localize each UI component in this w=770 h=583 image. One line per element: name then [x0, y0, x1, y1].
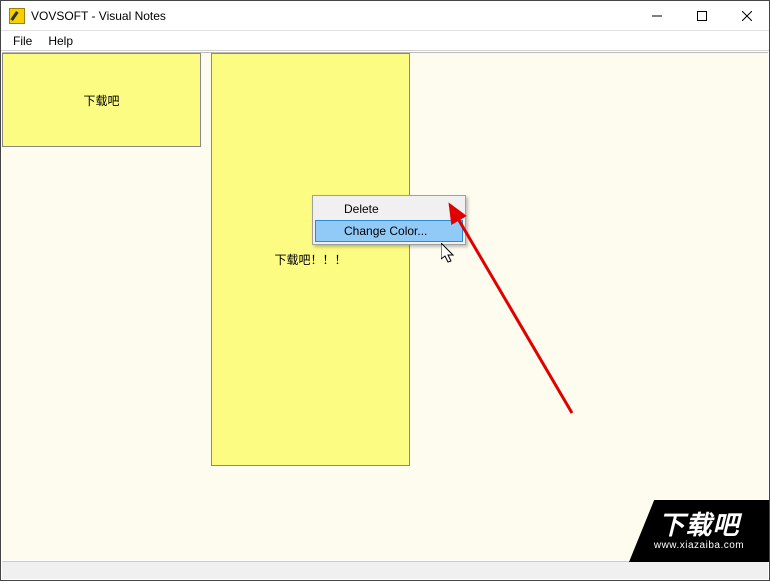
maximize-button[interactable] [679, 1, 724, 30]
note-text: 下载吧！！！ [274, 251, 346, 268]
maximize-icon [697, 11, 707, 21]
minimize-icon [652, 11, 662, 21]
menu-file[interactable]: File [5, 32, 40, 50]
sticky-note[interactable]: 下载吧！！！ [211, 53, 410, 466]
window-title: VOVSOFT - Visual Notes [31, 9, 166, 23]
titlebar: VOVSOFT - Visual Notes [1, 1, 769, 31]
menubar: File Help [1, 31, 769, 51]
menu-help[interactable]: Help [40, 32, 81, 50]
close-button[interactable] [724, 1, 769, 30]
context-menu: Delete Change Color... [312, 195, 466, 245]
notes-canvas[interactable]: 下载吧 下载吧！！！ Delete Change Color... [2, 52, 768, 560]
minimize-button[interactable] [634, 1, 679, 30]
window-controls [634, 1, 769, 30]
watermark-text: 下载吧 [658, 512, 739, 538]
cursor-icon [441, 243, 459, 265]
app-icon [9, 8, 25, 24]
context-menu-delete[interactable]: Delete [315, 198, 463, 220]
statusbar [2, 561, 768, 579]
context-menu-change-color[interactable]: Change Color... [315, 220, 463, 242]
watermark-url: www.xiazaiba.com [654, 540, 744, 551]
close-icon [742, 11, 752, 21]
sticky-note[interactable]: 下载吧 [2, 53, 201, 147]
note-text: 下载吧 [83, 92, 119, 109]
